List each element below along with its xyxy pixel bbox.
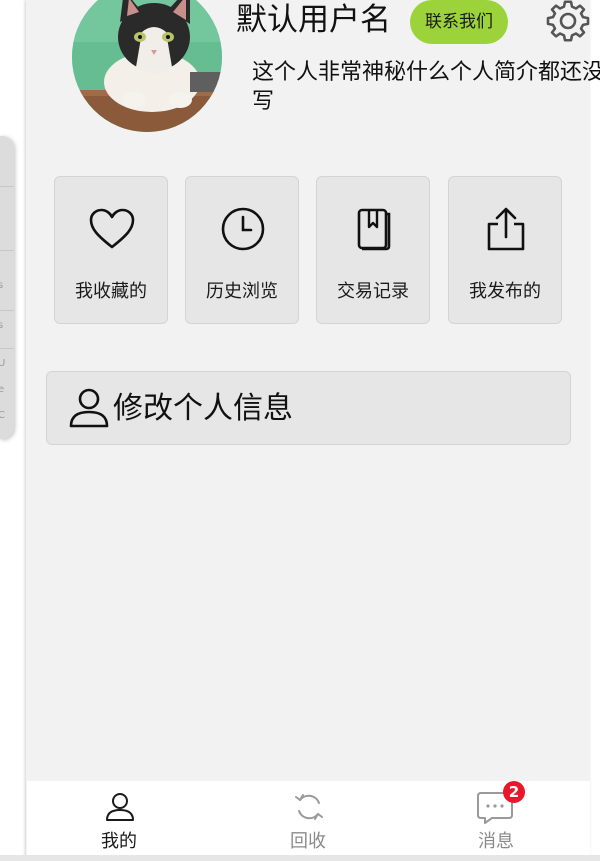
share-icon [487, 207, 525, 251]
tab-label: 我的 [101, 831, 137, 852]
tile-history[interactable]: 历史浏览 [185, 176, 299, 324]
edit-profile-label: 修改个人信息 [113, 391, 293, 426]
divider [0, 250, 14, 251]
edit-profile-button[interactable]: 修改个人信息 [46, 371, 571, 445]
contact-us-button[interactable]: 联系我们 [410, 0, 508, 44]
tile-label: 我收藏的 [75, 281, 147, 302]
gear-icon[interactable] [546, 0, 590, 44]
book-icon [357, 208, 391, 251]
cat-photo [72, 0, 222, 132]
tab-recycle[interactable]: 回收 [248, 781, 368, 855]
edge-char: C [0, 410, 5, 421]
edge-char: U [0, 358, 6, 369]
divider [0, 186, 14, 187]
edge-char: s [0, 280, 4, 291]
tile-favorites[interactable]: 我收藏的 [54, 176, 168, 324]
heart-icon [89, 208, 135, 249]
username: 默认用户名 [236, 2, 391, 38]
bottom-strip [0, 855, 600, 861]
bio-text: 这个人非常神秘什么个人简介都还没写 [252, 60, 600, 114]
refresh-icon [295, 794, 323, 820]
tile-transactions[interactable]: 交易记录 [316, 176, 430, 324]
avatar[interactable] [72, 0, 222, 132]
profile-page: 默认用户名 联系我们 这个人非常神秘什么个人简介都还没写 我收藏的 历史浏览 交… [26, 0, 600, 861]
tile-label: 历史浏览 [206, 281, 278, 302]
tab-label: 回收 [290, 831, 326, 852]
tile-label: 交易记录 [337, 281, 409, 302]
tile-label: 我发布的 [469, 281, 541, 302]
tab-messages[interactable]: 消息 [436, 781, 556, 855]
divider [0, 310, 14, 311]
side-drawer-handle[interactable]: s s U e C [0, 136, 14, 439]
edge-char: e [0, 384, 5, 395]
tab-me[interactable]: 我的 [59, 781, 179, 855]
user-icon [106, 793, 134, 821]
tile-my-posts[interactable]: 我发布的 [448, 176, 562, 324]
divider [0, 348, 14, 349]
tab-label: 消息 [478, 831, 514, 852]
unread-badge: 2 [503, 781, 525, 803]
clock-icon [221, 207, 265, 251]
user-icon [69, 388, 109, 428]
bottom-tab-bar: 我的 回收 消息 2 [27, 781, 590, 855]
edge-char: s [0, 320, 4, 331]
